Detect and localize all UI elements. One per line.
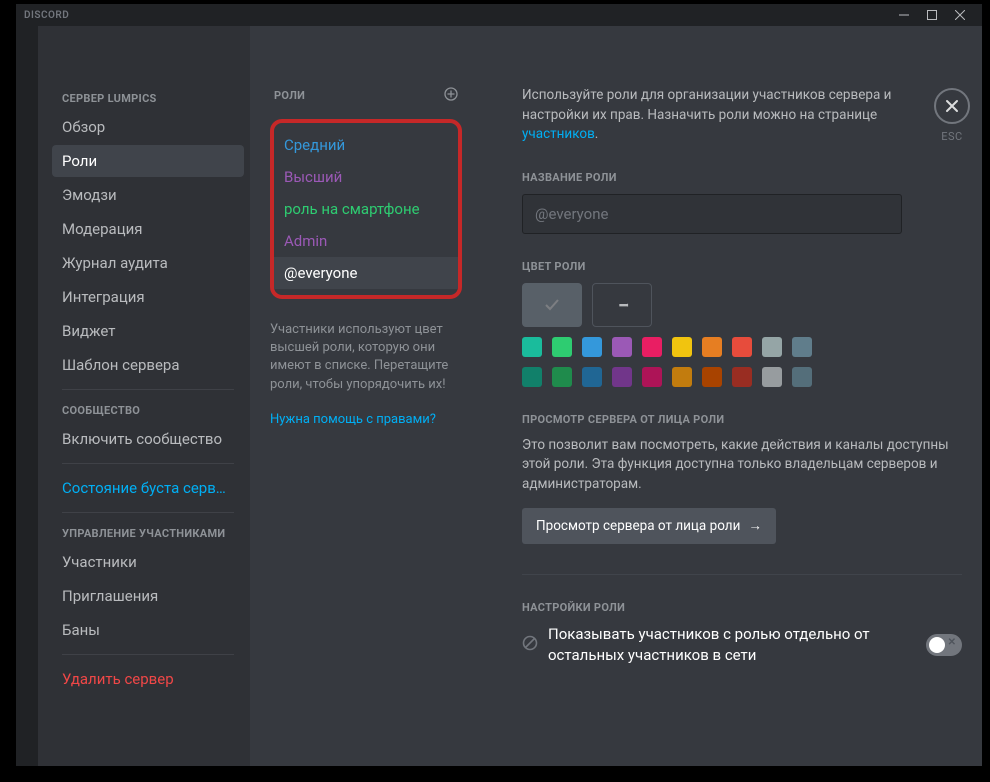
color-swatch[interactable] [552,337,572,357]
app-title: DISCORD [24,10,69,21]
sidebar-section-community: СООБЩЕСТВО [52,398,244,421]
members-link[interactable]: участников [522,126,595,142]
color-swatch[interactable] [792,367,812,387]
color-swatch[interactable] [702,367,722,387]
sidebar-item-emoji[interactable]: Эмодзи [52,179,244,211]
close-button[interactable] [946,4,974,26]
sidebar-item-integrations[interactable]: Интеграция [52,281,244,313]
sidebar-item-bans[interactable]: Баны [52,614,244,646]
role-settings-label: НАСТРОЙКИ РОЛИ [522,601,962,614]
sidebar-item-audit-log[interactable]: Журнал аудита [52,247,244,279]
sidebar-item-overview[interactable]: Обзор [52,111,244,143]
esc-label: ESC [934,130,970,143]
color-swatch[interactable] [672,337,692,357]
add-role-icon[interactable] [444,86,458,105]
sidebar-item-members[interactable]: Участники [52,546,244,578]
color-swatch[interactable] [762,337,782,357]
role-name-label: НАЗВАНИЕ РОЛИ [522,171,962,184]
setting-display-separately: Показывать участников с ролью отдельно о… [522,624,962,665]
sidebar-item-template[interactable]: Шаблон сервера [52,349,244,381]
roles-list-highlight: Средний Высший роль на смартфоне Admin @… [270,119,462,299]
role-item-everyone[interactable]: @everyone [274,257,458,289]
role-item[interactable]: Высший [274,161,458,193]
role-item[interactable]: Admin [274,225,458,257]
prohibited-icon [522,635,538,655]
roles-help-link[interactable]: Нужна помощь с правами? [270,412,462,427]
color-palette-row2 [522,367,842,387]
color-swatch[interactable] [582,337,602,357]
color-swatch[interactable] [732,337,752,357]
role-color-label: ЦВЕТ РОЛИ [522,260,962,273]
sidebar-item-widget[interactable]: Виджет [52,315,244,347]
color-swatch[interactable] [612,337,632,357]
color-swatch[interactable] [702,337,722,357]
preview-server-button[interactable]: Просмотр сервера от лица роли → [522,508,776,544]
maximize-button[interactable] [918,4,946,26]
color-custom-swatch[interactable] [592,283,652,327]
sidebar-item-delete-server[interactable]: Удалить сервер [52,663,244,695]
close-icon[interactable] [934,88,970,124]
color-swatch[interactable] [642,337,662,357]
sidebar-section-server: СЕРВЕР LUMPICS [52,86,244,109]
eyedropper-icon [615,297,631,313]
role-name-input[interactable]: @everyone [522,194,902,234]
color-swatch[interactable] [792,337,812,357]
roles-heading: РОЛИ [274,89,305,102]
color-swatch[interactable] [642,367,662,387]
titlebar: DISCORD [16,4,982,26]
esc-button[interactable]: ESC [934,88,970,143]
color-swatch[interactable] [552,367,572,387]
intro-text: Используйте роли для организации участни… [522,86,942,145]
preview-desc: Это позволит вам посмотреть, какие дейст… [522,436,952,495]
color-swatch[interactable] [672,367,692,387]
color-palette-row1 [522,337,842,357]
color-swatch[interactable] [582,367,602,387]
color-swatch[interactable] [762,367,782,387]
color-swatch[interactable] [522,337,542,357]
roles-list-column: РОЛИ Средний Высший роль на смартфоне Ad… [250,26,482,766]
role-detail-column: ESC Используйте роли для организации уча… [482,26,982,766]
roles-order-note: Участники используют цвет высшей роли, к… [270,321,462,394]
color-swatch[interactable] [522,367,542,387]
preview-label: ПРОСМОТР СЕРВЕРА ОТ ЛИЦА РОЛИ [522,413,962,426]
settings-sidebar: СЕРВЕР LUMPICS Обзор Роли Эмодзи Модерац… [38,26,250,766]
guild-rail [16,26,38,766]
color-swatch[interactable] [612,367,632,387]
color-swatch[interactable] [732,367,752,387]
app-window: DISCORD СЕРВЕР LUMPICS Обзор Роли Эмодзи… [16,4,982,766]
arrow-right-icon: → [748,518,762,534]
sidebar-item-enable-community[interactable]: Включить сообщество [52,423,244,455]
sidebar-section-members: УПРАВЛЕНИЕ УЧАСТНИКАМИ [52,521,244,544]
color-default-swatch[interactable] [522,283,582,327]
sidebar-item-boost-status[interactable]: Состояние буста серв… [52,472,244,504]
role-item[interactable]: Средний [274,129,458,161]
sidebar-item-moderation[interactable]: Модерация [52,213,244,245]
sidebar-item-invites[interactable]: Приглашения [52,580,244,612]
minimize-button[interactable] [890,4,918,26]
setting-label: Показывать участников с ролью отдельно о… [548,624,916,665]
toggle-display-separately[interactable]: ✕ [926,634,962,656]
role-item[interactable]: роль на смартфоне [274,193,458,225]
sidebar-item-roles[interactable]: Роли [52,145,244,177]
